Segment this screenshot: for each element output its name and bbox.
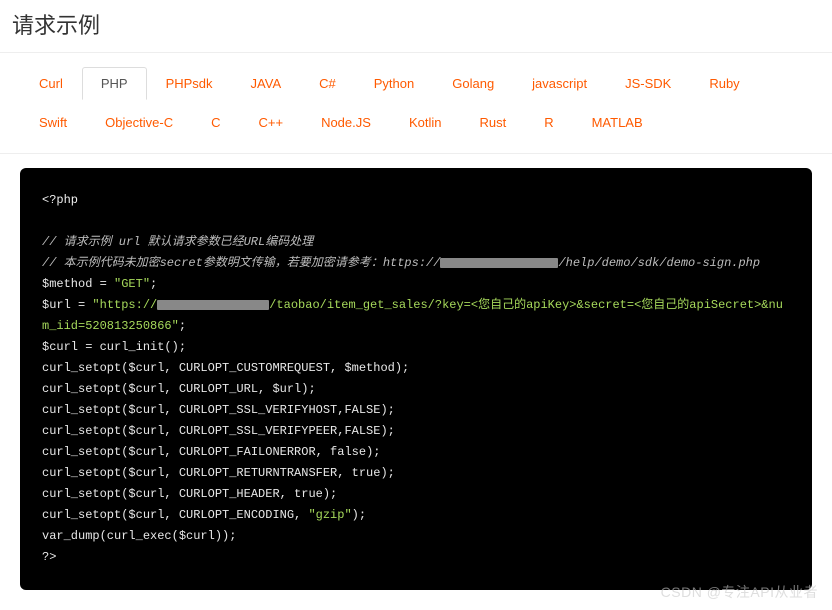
- code-comment: // 本示例代码未加密secret参数明文传输，若要加密请参考：https://…: [42, 256, 760, 270]
- code-block[interactable]: <?php // 请求示例 url 默认请求参数已经URL编码处理 // 本示例…: [20, 168, 812, 590]
- tab-javascript[interactable]: javascript: [513, 67, 606, 100]
- tab-curl[interactable]: Curl: [20, 67, 82, 100]
- code-line: curl_setopt($curl, CURLOPT_SSL_VERIFYHOS…: [42, 403, 395, 417]
- tab-nodejs[interactable]: Node.JS: [302, 106, 390, 139]
- tab-java[interactable]: JAVA: [232, 67, 301, 100]
- code-panel: <?php // 请求示例 url 默认请求参数已经URL编码处理 // 本示例…: [0, 154, 832, 610]
- tab-golang[interactable]: Golang: [433, 67, 513, 100]
- code-line: ?>: [42, 550, 56, 564]
- tab-php[interactable]: PHP: [82, 67, 147, 100]
- censored-text: [440, 258, 558, 268]
- code-line: $url = "https:///taobao/item_get_sales/?…: [42, 298, 783, 333]
- code-line: $method = "GET";: [42, 277, 157, 291]
- code-line: curl_setopt($curl, CURLOPT_CUSTOMREQUEST…: [42, 361, 409, 375]
- tab-ruby[interactable]: Ruby: [690, 67, 758, 100]
- tab-cpp[interactable]: C++: [239, 106, 302, 139]
- code-comment: // 请求示例 url 默认请求参数已经URL编码处理: [42, 235, 313, 249]
- tab-kotlin[interactable]: Kotlin: [390, 106, 461, 139]
- code-line: <?php: [42, 193, 78, 207]
- tab-c[interactable]: C: [192, 106, 239, 139]
- code-line: var_dump(curl_exec($curl));: [42, 529, 236, 543]
- code-line: curl_setopt($curl, CURLOPT_SSL_VERIFYPEE…: [42, 424, 395, 438]
- code-line: curl_setopt($curl, CURLOPT_ENCODING, "gz…: [42, 508, 366, 522]
- tab-csharp[interactable]: C#: [300, 67, 355, 100]
- code-line: curl_setopt($curl, CURLOPT_RETURNTRANSFE…: [42, 466, 395, 480]
- tab-python[interactable]: Python: [355, 67, 433, 100]
- tab-phpsdk[interactable]: PHPsdk: [147, 67, 232, 100]
- language-tabs: Curl PHP PHPsdk JAVA C# Python Golang ja…: [0, 53, 832, 154]
- tab-r[interactable]: R: [525, 106, 572, 139]
- tab-objc[interactable]: Objective-C: [86, 106, 192, 139]
- tab-swift[interactable]: Swift: [20, 106, 86, 139]
- code-line: curl_setopt($curl, CURLOPT_FAILONERROR, …: [42, 445, 380, 459]
- code-line: curl_setopt($curl, CURLOPT_URL, $url);: [42, 382, 316, 396]
- tab-rust[interactable]: Rust: [460, 106, 525, 139]
- tab-jssdk[interactable]: JS-SDK: [606, 67, 690, 100]
- page-title: 请求示例: [0, 0, 832, 53]
- tab-matlab[interactable]: MATLAB: [573, 106, 662, 139]
- code-line: $curl = curl_init();: [42, 340, 186, 354]
- censored-text: [157, 300, 269, 310]
- code-line: curl_setopt($curl, CURLOPT_HEADER, true)…: [42, 487, 337, 501]
